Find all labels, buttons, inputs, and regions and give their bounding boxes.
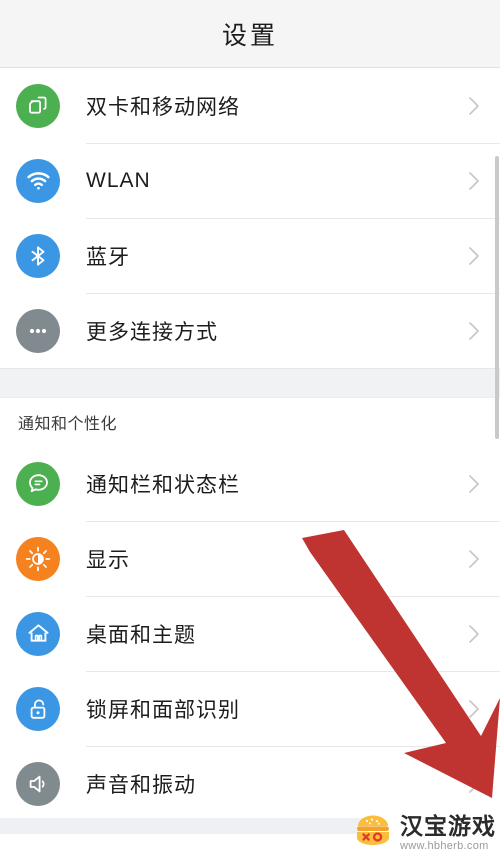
- chevron-right-icon: [466, 242, 482, 270]
- brightness-icon: [16, 536, 60, 581]
- page-title: 设置: [221, 21, 278, 50]
- settings-row-more-connections[interactable]: 更多连接方式: [0, 293, 500, 368]
- chevron-right-icon: [466, 92, 482, 120]
- chevron-right-icon: [466, 317, 482, 345]
- settings-group-notifications: 通知和个性化 通知栏和状态栏 显示 桌面和主题 锁屏和面部识别 声音和振动: [0, 398, 500, 821]
- watermark-site-url: www.hbherb.com: [400, 839, 489, 852]
- app-header: 设置: [0, 0, 500, 68]
- more-dots-icon: [16, 308, 60, 353]
- vertical-scrollbar[interactable]: [495, 156, 499, 439]
- settings-row-wlan[interactable]: WLAN: [0, 143, 500, 218]
- settings-row-dual-sim[interactable]: 双卡和移动网络: [0, 68, 500, 143]
- settings-group-connectivity: 双卡和移动网络 WLAN 蓝牙 更多连接方式: [0, 68, 500, 368]
- bottom-navigation-bar: [0, 818, 368, 834]
- dual-sim-icon: [16, 83, 60, 128]
- chat-bubble-icon: [16, 461, 60, 506]
- settings-row-label: 蓝牙: [86, 245, 130, 269]
- section-header-label: 通知和个性化: [18, 416, 118, 433]
- chevron-right-icon: [466, 770, 482, 798]
- bluetooth-icon: [16, 233, 60, 278]
- watermark: 汉宝游戏 www.hbherb.com: [352, 812, 496, 854]
- settings-row-label: 桌面和主题: [86, 623, 196, 647]
- group-separator: [0, 368, 500, 398]
- chevron-right-icon: [466, 167, 482, 195]
- settings-screen: 设置 双卡和移动网络 WLAN 蓝牙 更多连接方式 通知和个性化 通知栏和状态栏…: [0, 0, 500, 858]
- settings-row-label: 声音和振动: [86, 773, 196, 797]
- unlock-icon: [16, 686, 60, 731]
- settings-row-label: 双卡和移动网络: [86, 95, 240, 119]
- settings-scroll-area[interactable]: 双卡和移动网络 WLAN 蓝牙 更多连接方式 通知和个性化 通知栏和状态栏 显示…: [0, 68, 500, 858]
- settings-row-label: 通知栏和状态栏: [86, 473, 240, 497]
- settings-row-label: 显示: [86, 548, 130, 572]
- scrollbar-thumb[interactable]: [495, 156, 499, 439]
- settings-row-label: WLAN: [86, 168, 151, 192]
- settings-row-sound-vibration[interactable]: 声音和振动: [0, 746, 500, 821]
- settings-row-notification-bar[interactable]: 通知栏和状态栏: [0, 446, 500, 521]
- chevron-right-icon: [466, 470, 482, 498]
- watermark-text: 汉宝游戏 www.hbherb.com: [400, 812, 496, 852]
- watermark-site-name: 汉宝游戏: [400, 812, 496, 839]
- home-icon: [16, 611, 60, 656]
- chevron-right-icon: [466, 695, 482, 723]
- settings-row-display[interactable]: 显示: [0, 521, 500, 596]
- settings-row-bluetooth[interactable]: 蓝牙: [0, 218, 500, 293]
- settings-row-desktop-theme[interactable]: 桌面和主题: [0, 596, 500, 671]
- chevron-right-icon: [466, 620, 482, 648]
- speaker-icon: [16, 761, 60, 806]
- settings-row-label: 锁屏和面部识别: [86, 698, 240, 722]
- settings-row-label: 更多连接方式: [86, 320, 218, 344]
- wifi-icon: [16, 158, 60, 203]
- chevron-right-icon: [466, 545, 482, 573]
- burger-logo-icon: [352, 812, 394, 854]
- section-header-notifications: 通知和个性化: [0, 398, 500, 446]
- settings-row-lockscreen-face[interactable]: 锁屏和面部识别: [0, 671, 500, 746]
